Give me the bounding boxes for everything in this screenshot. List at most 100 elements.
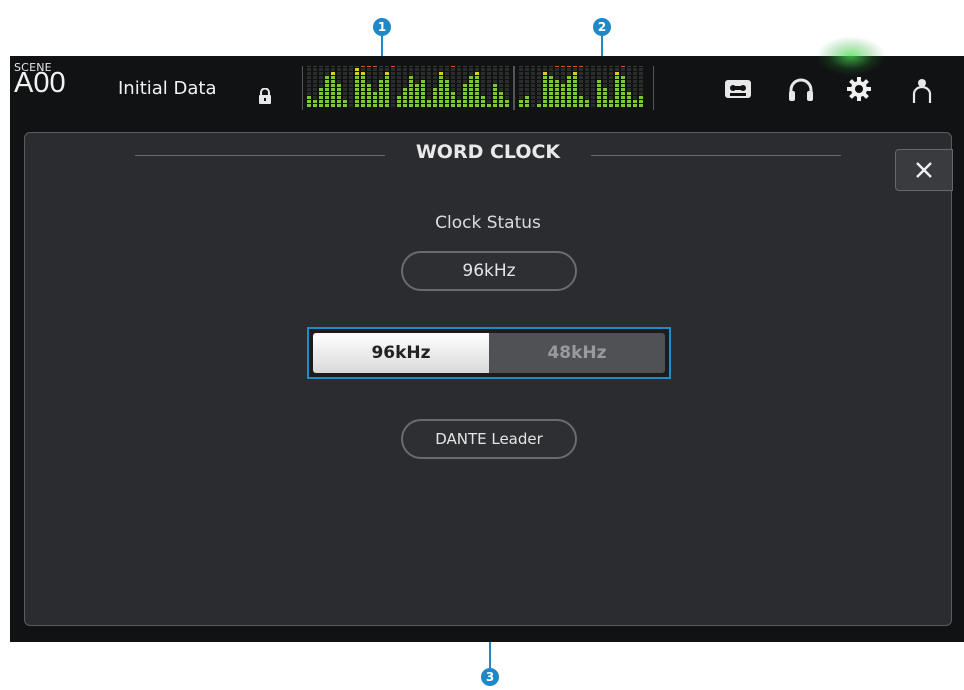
meter-segment	[543, 76, 547, 79]
meter-segment	[325, 72, 329, 75]
meter-segment	[621, 72, 625, 75]
meter-segment	[367, 68, 371, 71]
meter-segment	[337, 100, 341, 103]
meter-segment	[579, 92, 583, 95]
meter-segment	[487, 88, 491, 91]
meter-segment	[549, 92, 553, 95]
meter-segment	[609, 68, 613, 71]
meter-segment	[573, 80, 577, 83]
meter-segment	[325, 104, 329, 107]
headphones-icon[interactable]	[788, 78, 814, 106]
meter-segment	[367, 84, 371, 87]
meter-segment	[427, 68, 431, 71]
meter-segment	[349, 88, 353, 91]
meter-segment	[579, 68, 583, 71]
meter-segment	[433, 66, 437, 67]
meter-segment	[579, 80, 583, 83]
meter-segment	[487, 80, 491, 83]
meter-segment	[421, 92, 425, 95]
lock-icon[interactable]	[258, 87, 272, 108]
meter-segment	[313, 72, 317, 75]
meter-segment	[331, 72, 335, 75]
meter-segment	[567, 100, 571, 103]
meter-segment	[487, 68, 491, 71]
meter-segment	[349, 66, 353, 67]
rate-48khz-button[interactable]: 48kHz	[489, 333, 665, 373]
meter-segment	[433, 88, 437, 91]
meter-segment	[555, 80, 559, 83]
meter-segment	[561, 76, 565, 79]
meter-segment	[573, 100, 577, 103]
meter-segment	[603, 96, 607, 99]
meter-segment	[481, 80, 485, 83]
meter-segment	[537, 92, 541, 95]
meter-segment	[537, 72, 541, 75]
meter-segment	[337, 92, 341, 95]
meter-segment	[331, 100, 335, 103]
meter-segment	[555, 100, 559, 103]
meter-segment	[361, 88, 365, 91]
meter-segment	[421, 68, 425, 71]
meter-segment	[621, 76, 625, 79]
meter-segment	[475, 104, 479, 107]
meter-segment	[403, 72, 407, 75]
meter-segment	[313, 104, 317, 107]
meter-segment	[331, 92, 335, 95]
meter-segment	[415, 100, 419, 103]
meter-segment	[597, 66, 601, 67]
meter-segment	[319, 76, 323, 79]
meter-segment	[609, 100, 613, 103]
scene-name[interactable]: Initial Data	[118, 78, 217, 99]
meter-segment	[367, 72, 371, 75]
meter-segment	[397, 100, 401, 103]
user-icon[interactable]	[912, 78, 932, 108]
meter-segment	[475, 100, 479, 103]
meter-segment	[573, 84, 577, 87]
meter-segment	[325, 76, 329, 79]
meter-segment	[537, 88, 541, 91]
meter-segment	[609, 96, 613, 99]
meter-segment	[325, 80, 329, 83]
meter-segment	[519, 96, 523, 99]
callout-1: 1	[373, 18, 391, 36]
meter-segment	[531, 76, 535, 79]
meter-segment	[549, 80, 553, 83]
meter-segment	[567, 92, 571, 95]
meter-segment	[313, 96, 317, 99]
meter-segment	[549, 66, 553, 67]
meter-segment	[355, 76, 359, 79]
meter-segment	[367, 104, 371, 107]
meter-segment	[373, 76, 377, 79]
meter-segment	[439, 88, 443, 91]
meter-segment	[591, 68, 595, 71]
recorder-icon[interactable]	[724, 78, 752, 104]
meter-segment	[579, 104, 583, 107]
gear-icon[interactable]	[846, 76, 872, 106]
close-button[interactable]	[895, 149, 953, 191]
meter-segment	[343, 92, 347, 95]
meter-segment	[463, 68, 467, 71]
meter-segment	[373, 96, 377, 99]
meter-segment	[567, 88, 571, 91]
meter-segment	[439, 84, 443, 87]
meter-segment	[475, 84, 479, 87]
meter-segment	[543, 104, 547, 107]
scene-number[interactable]: A00	[14, 67, 66, 100]
meter-segment	[499, 68, 503, 71]
meter-segment	[445, 100, 449, 103]
meter-segment	[591, 76, 595, 79]
meter-segment	[573, 76, 577, 79]
meter-segment	[427, 84, 431, 87]
meter-segment	[603, 100, 607, 103]
meter-segment	[487, 92, 491, 95]
meter-segment	[627, 104, 631, 107]
meter-segment	[319, 100, 323, 103]
meter-segment	[639, 104, 643, 107]
meter-segment	[355, 66, 359, 67]
level-meters-right	[514, 66, 654, 110]
rate-96khz-button[interactable]: 96kHz	[313, 333, 489, 373]
meter-segment	[415, 68, 419, 71]
meter-segment	[525, 68, 529, 71]
meter-segment	[603, 68, 607, 71]
meter-segment	[367, 76, 371, 79]
